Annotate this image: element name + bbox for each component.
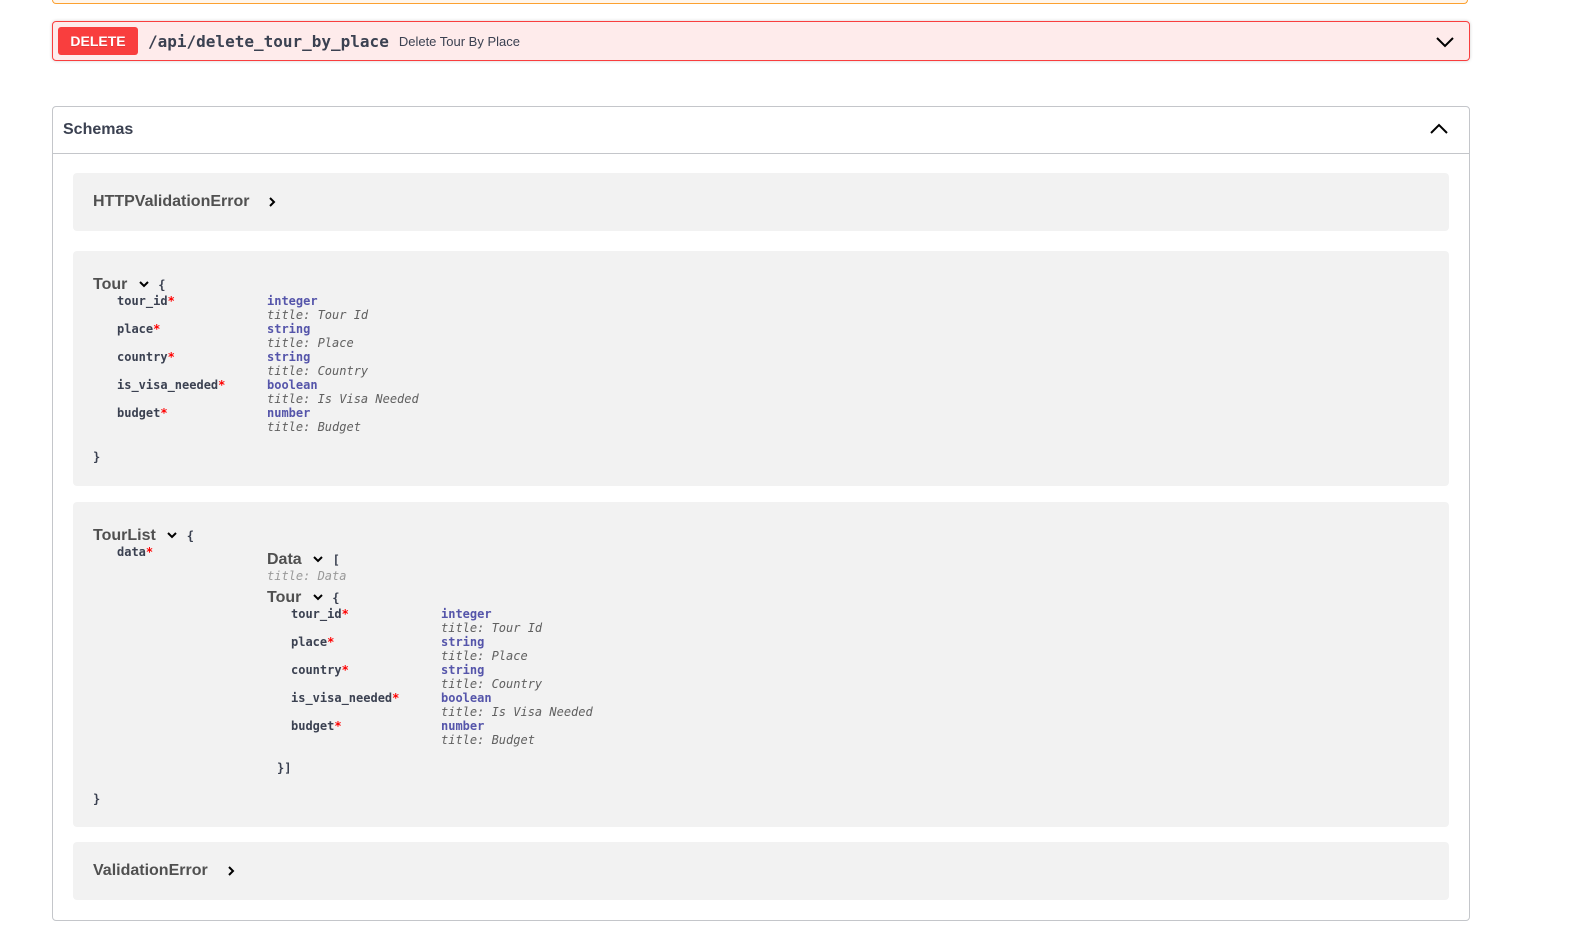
model-header[interactable]: TourList { (93, 527, 194, 545)
required-marker: * (334, 719, 342, 733)
previous-operation-edge (52, 0, 1468, 4)
required-marker: * (167, 350, 175, 364)
property-type: string (267, 350, 311, 364)
model-name: TourList (93, 527, 156, 544)
open-brace: { (158, 278, 166, 292)
required-marker: * (167, 294, 175, 308)
data-array-header[interactable]: Data [ (267, 551, 340, 569)
close-brace-bracket: }] (277, 761, 292, 775)
required-marker: * (145, 545, 154, 559)
chevron-down-icon[interactable] (138, 279, 150, 289)
chevron-down-icon[interactable] (1435, 33, 1455, 51)
property-type: integer (267, 294, 318, 308)
property-type: boolean (441, 691, 492, 705)
model-tour-list: TourList { data* Data [ title: Data Tour… (73, 502, 1449, 827)
property-type: number (441, 719, 485, 733)
property-title: title: Is Visa Needed (441, 705, 593, 719)
property-type: string (441, 663, 485, 677)
required-marker: * (218, 378, 226, 392)
operation-summary: Delete Tour By Place (398, 33, 520, 49)
property-type: number (267, 406, 311, 420)
property-name: tour_id* (291, 607, 349, 621)
property-label: budget (291, 719, 335, 733)
open-brace: { (332, 591, 340, 605)
property-name: is_visa_needed* (291, 691, 399, 705)
model-name: ValidationError (93, 862, 208, 879)
property-title: title: Tour Id (441, 621, 543, 635)
chevron-down-icon[interactable] (312, 554, 324, 564)
property-name: budget* (117, 406, 168, 420)
property-title: title: Country (267, 364, 369, 378)
model-name: Tour (93, 276, 128, 293)
required-marker: * (341, 607, 349, 621)
open-bracket: [ (332, 553, 340, 567)
property-type: boolean (267, 378, 318, 392)
required-marker: * (341, 663, 349, 677)
operation-delete-tour-by-place[interactable]: DELETE /api/delete_tour_by_place Delete … (52, 21, 1470, 61)
close-brace: } (93, 450, 101, 464)
property-label: budget (117, 406, 161, 420)
property-label: country (117, 350, 168, 364)
model-header[interactable]: Tour { (93, 276, 166, 294)
property-label: place (117, 322, 154, 336)
schemas-section: Schemas HTTPValidationError Tour { tour_… (52, 106, 1470, 921)
model-name: HTTPValidationError (93, 193, 250, 210)
property-type: string (441, 635, 485, 649)
property-label: country (291, 663, 342, 677)
property-label: tour_id (291, 607, 342, 621)
property-type: integer (441, 607, 492, 621)
property-title: title: Tour Id (267, 308, 369, 322)
required-marker: * (153, 322, 161, 336)
property-name: country* (291, 663, 349, 677)
required-marker: * (392, 691, 400, 705)
chevron-down-icon[interactable] (166, 530, 178, 540)
property-title: title: Is Visa Needed (267, 392, 419, 406)
property-label: is_visa_needed (117, 378, 219, 392)
model-name: Tour (267, 589, 302, 606)
array-title: title: Data (267, 569, 347, 583)
property-name: budget* (291, 719, 342, 733)
property-type: string (267, 322, 311, 336)
property-title: title: Budget (267, 420, 361, 434)
required-marker: * (327, 635, 335, 649)
property-name: country* (117, 350, 175, 364)
property-title: title: Place (441, 649, 528, 663)
property-name: data* (117, 545, 153, 559)
model-validation-error[interactable]: ValidationError (73, 842, 1449, 900)
property-title: title: Country (441, 677, 543, 691)
schemas-header[interactable]: Schemas (53, 107, 1469, 154)
inner-model-header[interactable]: Tour { (267, 589, 340, 607)
close-brace: } (93, 792, 101, 806)
chevron-down-icon[interactable] (312, 592, 324, 602)
open-brace: { (186, 529, 194, 543)
model-tour: Tour { tour_id* integer title: Tour Id p… (73, 251, 1449, 486)
property-label: tour_id (117, 294, 168, 308)
property-label: data (117, 545, 146, 559)
property-name: place* (291, 635, 334, 649)
chevron-right-icon[interactable] (226, 865, 236, 877)
property-name: is_visa_needed* (117, 378, 225, 392)
model-http-validation-error[interactable]: HTTPValidationError (73, 173, 1449, 231)
schemas-title: Schemas (63, 121, 134, 138)
array-name: Data (267, 551, 302, 568)
property-title: title: Place (267, 336, 354, 350)
chevron-up-icon[interactable] (1429, 120, 1449, 138)
property-name: place* (117, 322, 160, 336)
property-label: place (291, 635, 328, 649)
property-label: is_visa_needed (291, 691, 393, 705)
property-title: title: Budget (441, 733, 535, 747)
operation-path: /api/delete_tour_by_place (148, 31, 389, 51)
chevron-right-icon[interactable] (267, 196, 277, 208)
required-marker: * (160, 406, 168, 420)
method-badge-delete: DELETE (58, 27, 138, 55)
property-name: tour_id* (117, 294, 175, 308)
